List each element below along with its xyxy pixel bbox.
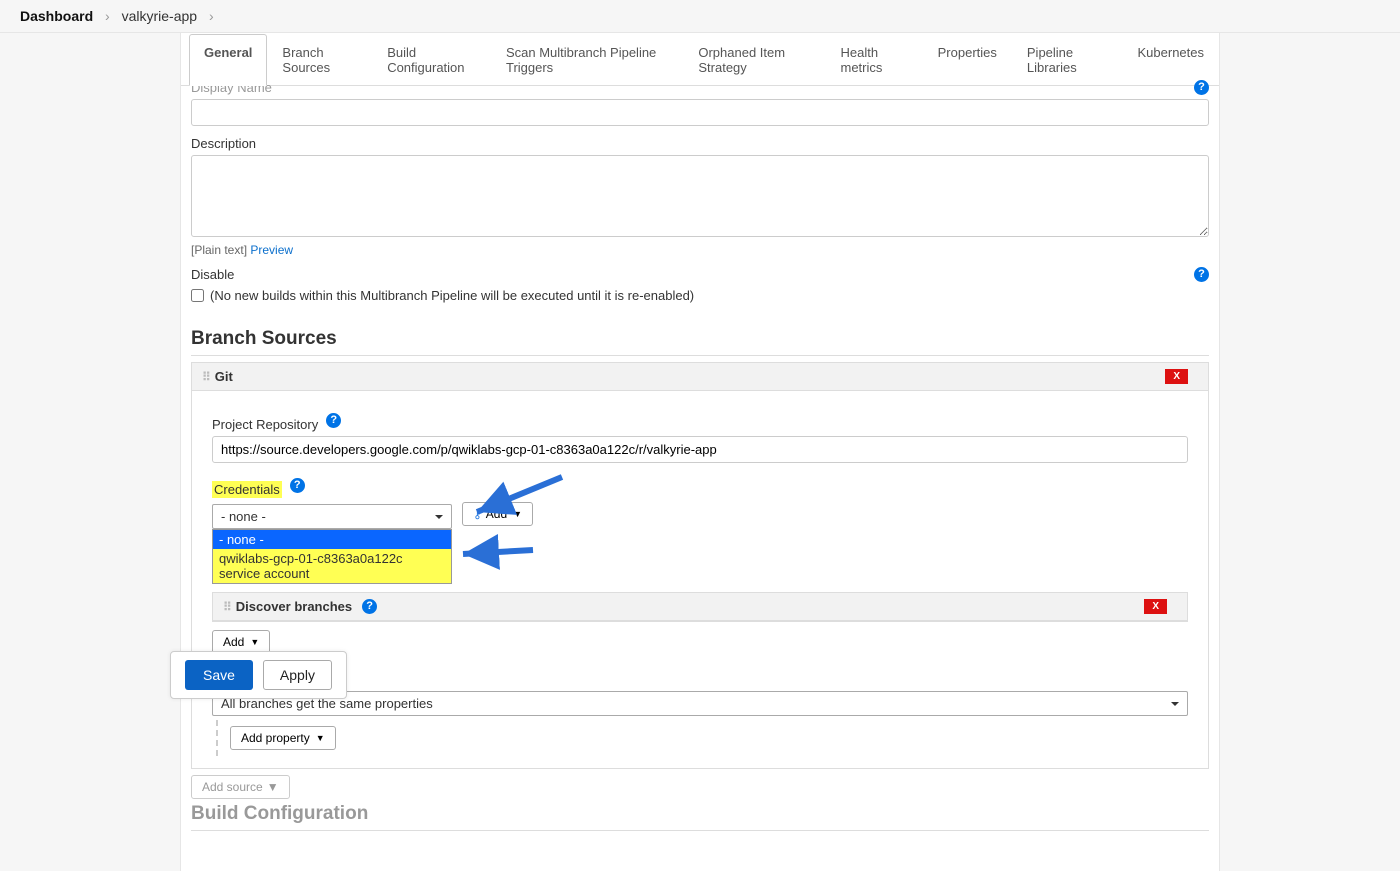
behaviours-box: ⠿ Discover branches ? X — [212, 592, 1188, 622]
add-property-button[interactable]: Add property ▼ — [230, 726, 336, 750]
chevron-right-icon: › — [209, 8, 214, 24]
delete-source-button[interactable]: X — [1165, 369, 1188, 384]
display-name-input[interactable] — [191, 99, 1209, 126]
tab-kubernetes[interactable]: Kubernetes — [1123, 34, 1220, 86]
section-build-configuration: Build Configuration — [191, 803, 1209, 831]
config-tabs: General Branch Sources Build Configurati… — [181, 33, 1219, 86]
caret-down-icon: ▼ — [316, 733, 325, 743]
annotation-arrow-icon — [453, 540, 543, 570]
credentials-option-service-account[interactable]: qwiklabs-gcp-01-c8363a0a122c service acc… — [213, 549, 451, 583]
tab-general[interactable]: General — [189, 34, 267, 86]
delete-behaviour-button[interactable]: X — [1144, 599, 1167, 614]
tab-scan-triggers[interactable]: Scan Multibranch Pipeline Triggers — [491, 34, 683, 86]
description-label: Description — [191, 136, 256, 151]
save-button[interactable]: Save — [185, 660, 253, 690]
discover-branches-label: Discover branches — [236, 599, 352, 614]
add-behaviour-label: Add — [223, 635, 244, 649]
project-repository-input[interactable] — [212, 436, 1188, 463]
help-icon[interactable]: ? — [326, 413, 341, 428]
add-source-button[interactable]: Add source ▼ — [191, 775, 290, 799]
disable-label: Disable — [191, 267, 234, 282]
add-credentials-label: Add — [486, 507, 507, 521]
property-strategy-select[interactable]: All branches get the same properties — [212, 691, 1188, 716]
preview-link[interactable]: Preview — [250, 243, 293, 257]
chevron-right-icon: › — [105, 8, 110, 24]
section-branch-sources: Branch Sources — [191, 328, 1209, 356]
plain-text-label: [Plain text] — [191, 243, 247, 257]
add-source-label: Add source — [202, 780, 263, 794]
help-icon[interactable]: ? — [290, 478, 305, 493]
apply-button[interactable]: Apply — [263, 660, 332, 690]
breadcrumb-dashboard[interactable]: Dashboard — [20, 8, 93, 24]
caret-down-icon: ▼ — [513, 509, 522, 519]
drag-handle-icon[interactable]: ⠿ — [223, 600, 230, 614]
git-source-box: ⠿ Git X Project Repository ? Credentials… — [191, 362, 1209, 769]
tab-properties[interactable]: Properties — [923, 34, 1012, 86]
credentials-option-none[interactable]: - none - — [213, 530, 451, 549]
help-icon[interactable]: ? — [1194, 267, 1209, 282]
drag-handle-icon[interactable]: ⠿ — [202, 370, 209, 384]
help-icon[interactable]: ? — [362, 599, 377, 614]
add-property-label: Add property — [241, 731, 310, 745]
tab-branch-sources[interactable]: Branch Sources — [267, 34, 372, 86]
credentials-dropdown: - none - qwiklabs-gcp-01-c8363a0a122c se… — [212, 529, 452, 584]
description-textarea[interactable] — [191, 155, 1209, 237]
tab-orphaned-item-strategy[interactable]: Orphaned Item Strategy — [683, 34, 825, 86]
key-icon: ⚷ — [473, 507, 482, 521]
footer-actions: Save Apply — [170, 651, 347, 699]
breadcrumb-app[interactable]: valkyrie-app — [122, 8, 197, 24]
breadcrumb: Dashboard › valkyrie-app › — [0, 0, 1400, 33]
credentials-selected-value: - none - — [221, 509, 266, 524]
credentials-select[interactable]: - none - — [212, 504, 452, 529]
caret-down-icon: ▼ — [267, 780, 279, 794]
git-source-title: Git — [215, 369, 233, 384]
add-credentials-button[interactable]: ⚷ Add ▼ — [462, 502, 533, 526]
disable-checkbox[interactable] — [191, 289, 204, 302]
disable-help-text: (No new builds within this Multibranch P… — [210, 288, 694, 303]
tab-build-configuration[interactable]: Build Configuration — [372, 34, 491, 86]
caret-down-icon: ▼ — [250, 637, 259, 647]
tab-pipeline-libraries[interactable]: Pipeline Libraries — [1012, 34, 1123, 86]
tab-health-metrics[interactable]: Health metrics — [826, 34, 923, 86]
credentials-label: Credentials — [212, 481, 282, 498]
project-repository-label: Project Repository — [212, 417, 318, 432]
